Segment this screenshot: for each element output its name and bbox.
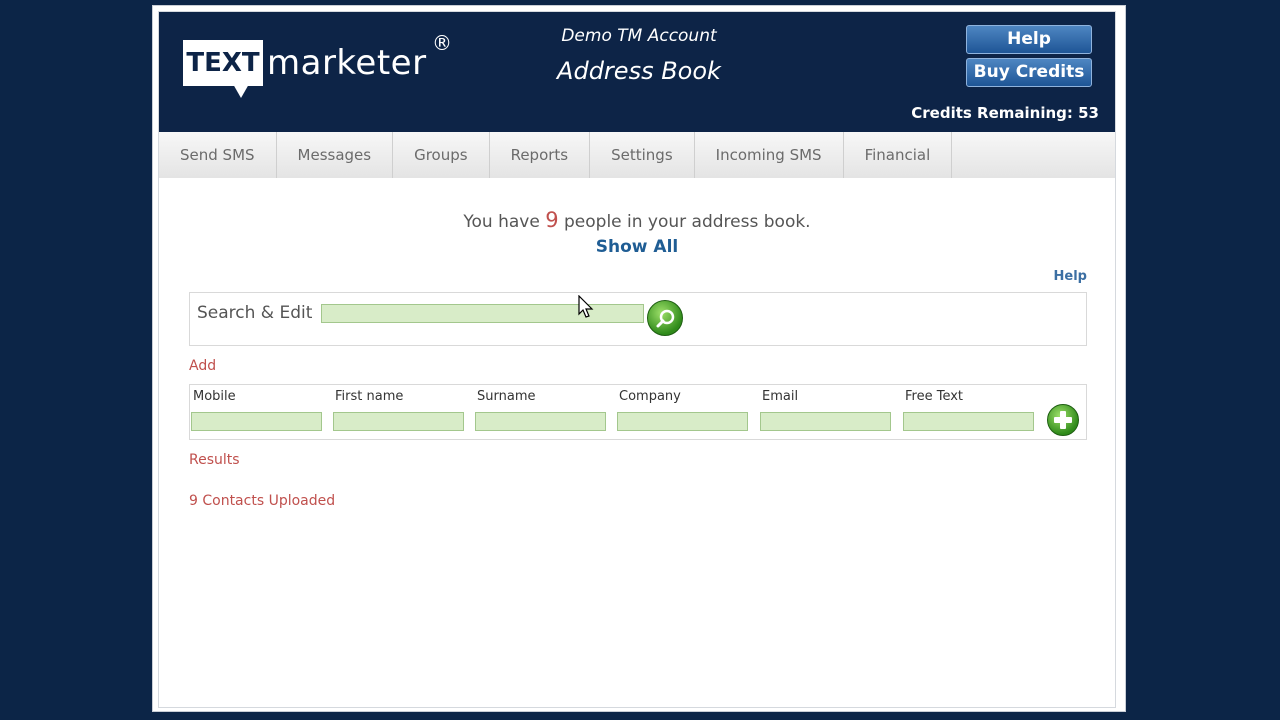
email-label: Email (762, 389, 799, 404)
field-company: Company (617, 387, 748, 431)
address-book-summary: You have 9 people in your address book. (159, 208, 1115, 232)
main-nav: Send SMS Messages Groups Reports Setting… (159, 132, 1115, 178)
surname-label: Surname (477, 389, 536, 404)
contact-count: 9 (545, 208, 559, 232)
summary-prefix: You have (463, 212, 546, 232)
upload-status: 9 Contacts Uploaded (189, 493, 336, 509)
buy-credits-button[interactable]: Buy Credits (966, 58, 1092, 87)
add-contact-button[interactable] (1047, 404, 1079, 436)
field-first-name: First name (333, 387, 464, 431)
mobile-label: Mobile (193, 389, 236, 404)
nav-settings[interactable]: Settings (590, 132, 695, 178)
app-container: TEXT marketer ® Demo TM Account Address … (158, 11, 1116, 708)
credits-remaining: Credits Remaining: 53 (911, 104, 1099, 122)
show-all-link[interactable]: Show All (559, 237, 715, 257)
nav-messages[interactable]: Messages (277, 132, 394, 178)
email-input[interactable] (760, 412, 891, 431)
help-button[interactable]: Help (966, 25, 1092, 54)
nav-financial[interactable]: Financial (844, 132, 953, 178)
search-input[interactable] (321, 304, 644, 323)
company-input[interactable] (617, 412, 748, 431)
nav-incoming-sms[interactable]: Incoming SMS (695, 132, 844, 178)
help-link[interactable]: Help (1054, 269, 1087, 284)
company-label: Company (619, 389, 681, 404)
logo-word: marketer (267, 43, 427, 83)
magnifier-icon (656, 309, 675, 328)
plus-icon (1054, 411, 1072, 429)
summary-suffix: people in your address book. (558, 212, 811, 232)
header: TEXT marketer ® Demo TM Account Address … (159, 12, 1115, 132)
first-name-label: First name (335, 389, 404, 404)
nav-reports[interactable]: Reports (490, 132, 591, 178)
registered-mark: ® (432, 31, 452, 55)
surname-input[interactable] (475, 412, 606, 431)
search-label: Search & Edit (197, 303, 313, 323)
field-free-text: Free Text (903, 387, 1034, 431)
textmarketer-logo[interactable]: TEXT marketer ® (183, 31, 463, 100)
field-mobile: Mobile (191, 387, 322, 431)
free-text-label: Free Text (905, 389, 964, 404)
page-frame: TEXT marketer ® Demo TM Account Address … (152, 5, 1126, 712)
account-name: Demo TM Account (561, 26, 717, 46)
first-name-input[interactable] (333, 412, 464, 431)
mobile-input[interactable] (191, 412, 322, 431)
field-surname: Surname (475, 387, 606, 431)
page-title: Address Book (557, 57, 721, 85)
logo-speech-tail (233, 84, 249, 98)
search-button[interactable] (647, 300, 683, 336)
search-panel: Search & Edit (189, 292, 1087, 346)
add-contact-panel: Mobile First name Surname Company Email … (189, 384, 1087, 440)
free-text-input[interactable] (903, 412, 1034, 431)
add-section-label: Add (189, 358, 217, 374)
logo-box: TEXT (183, 40, 263, 86)
results-section-label: Results (189, 452, 240, 468)
mouse-pointer-icon (578, 295, 594, 318)
nav-groups[interactable]: Groups (393, 132, 490, 178)
field-email: Email (760, 387, 891, 431)
nav-send-sms[interactable]: Send SMS (159, 132, 277, 178)
